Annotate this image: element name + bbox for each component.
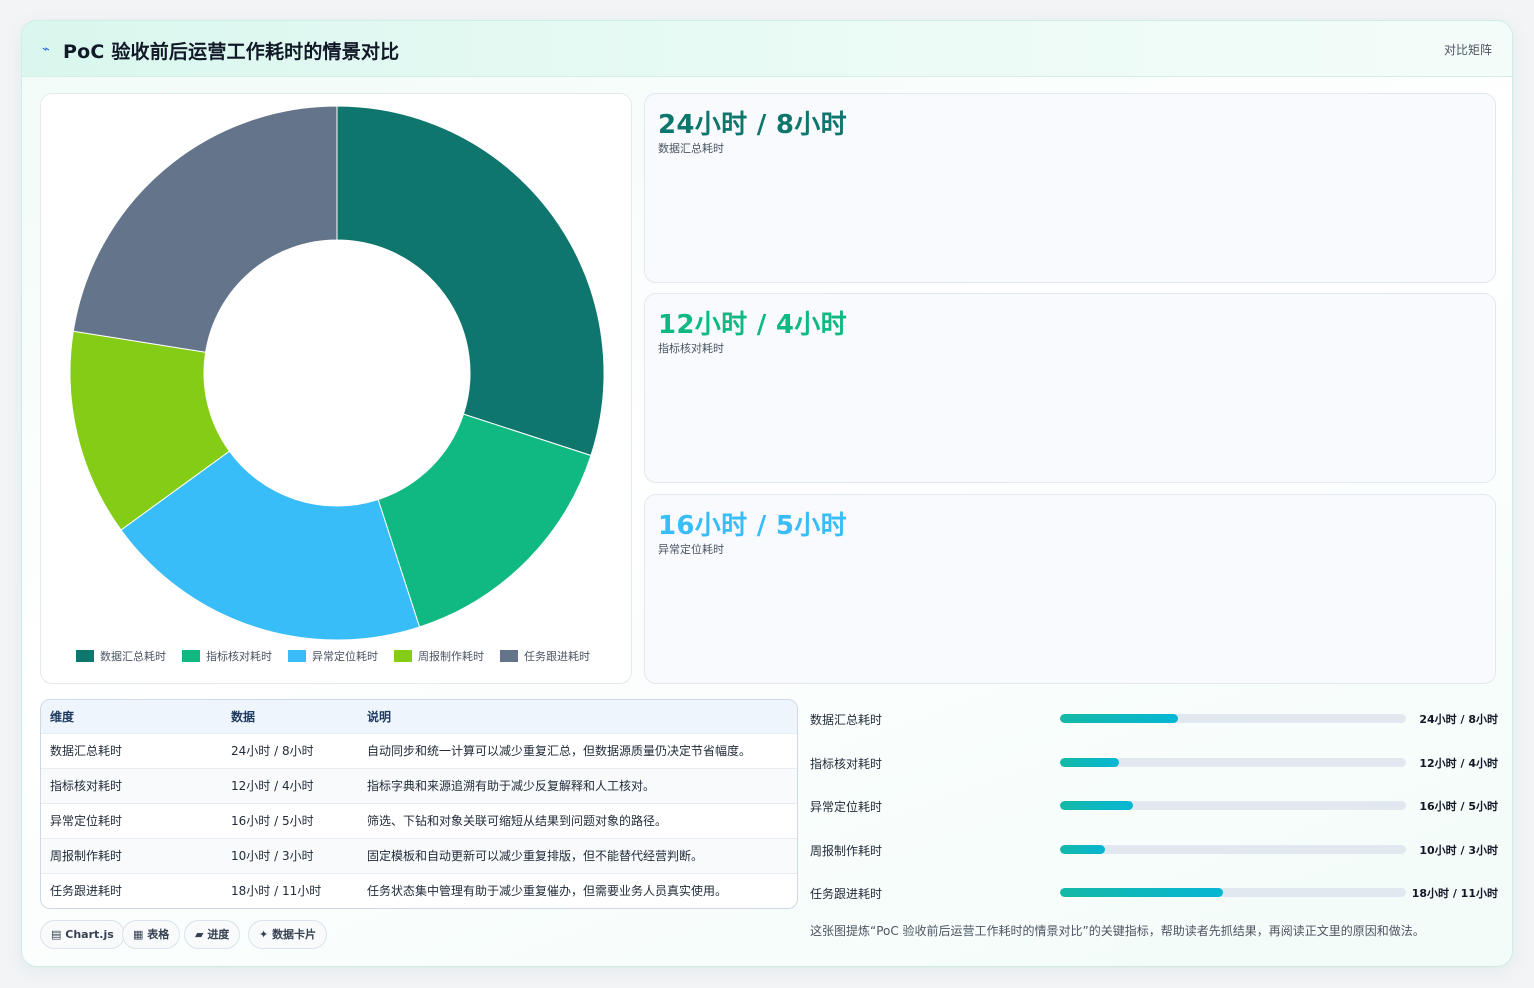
legend-label: 异常定位耗时 — [312, 649, 378, 663]
data-table: 维度 数据 说明 数据汇总耗时 24小时 / 8小时 自动同步和统一计算可以减少… — [41, 700, 797, 908]
progress-track — [1060, 714, 1406, 723]
progress-value: 16小时 / 5小时 — [1419, 800, 1498, 813]
table-header-row: 维度 数据 说明 — [41, 700, 797, 733]
progress-row: 异常定位耗时 16小时 / 5小时 — [810, 796, 1498, 816]
column-header: 数据 — [231, 709, 256, 724]
legend-item[interactable]: 数据汇总耗时 — [76, 649, 166, 663]
progress-label: 周报制作耗时 — [810, 844, 883, 858]
mode-label: 对比矩阵 — [1443, 43, 1492, 57]
table-row: 异常定位耗时 16小时 / 5小时 筛选、下钻和对象关联可缩短从结果到问题对象的… — [41, 803, 797, 838]
table-cell: 异常定位耗时 — [50, 814, 123, 828]
legend-swatch — [76, 650, 94, 662]
table-row: 周报制作耗时 10小时 / 3小时 固定模板和自动更新可以减少重复排版，但不能替… — [41, 838, 797, 873]
tag-chip-data-card[interactable]: ✦ 数据卡片 — [248, 920, 328, 949]
legend-swatch — [500, 650, 518, 662]
progress-value: 18小时 / 11小时 — [1411, 887, 1498, 900]
progress-label: 异常定位耗时 — [810, 800, 883, 814]
kpi-value: 12小时 / 4小时 — [658, 310, 847, 340]
table-row: 任务跟进耗时 18小时 / 11小时 任务状态集中管理有助于减少重复催办，但需要… — [41, 873, 797, 908]
sparkle-icon: ⌁ — [42, 42, 50, 57]
kpi-card-3: 16小时 / 5小时 异常定位耗时 — [644, 494, 1496, 684]
page-title: PoC 验收前后运营工作耗时的情景对比 — [63, 41, 400, 63]
table-cell: 24小时 / 8小时 — [231, 744, 314, 758]
table-cell: 10小时 / 3小时 — [231, 849, 314, 863]
table-cell: 任务状态集中管理有助于减少重复催办，但需要业务人员真实使用。 — [367, 884, 728, 899]
table-cell: 指标字典和来源追溯有助于减少反复解释和人工核对。 — [367, 779, 656, 793]
progress-row: 周报制作耗时 10小时 / 3小时 — [810, 840, 1498, 860]
kpi-label: 异常定位耗时 — [658, 543, 724, 556]
progress-label: 数据汇总耗时 — [810, 713, 883, 727]
legend-item[interactable]: 周报制作耗时 — [394, 649, 484, 663]
table-row: 数据汇总耗时 24小时 / 8小时 自动同步和统一计算可以减少重复汇总，但数据源… — [41, 733, 797, 768]
doughnut-slice[interactable] — [336, 105, 605, 457]
doughnut-chart: 数据汇总耗时 指标核对耗时 异常定位耗时 周报制作耗时 任务跟进耗时 — [69, 105, 605, 663]
column-header: 说明 — [367, 709, 392, 724]
legend-swatch — [182, 650, 200, 662]
legend-item[interactable]: 任务跟进耗时 — [500, 650, 590, 663]
table-cell: 数据汇总耗时 — [50, 744, 123, 758]
legend-label: 指标核对耗时 — [206, 649, 272, 663]
progress-fill — [1060, 714, 1178, 723]
summary-text: 这张图提炼“PoC 验收前后运营工作耗时的情景对比”的关键指标，帮助读者先抓结果… — [810, 924, 1425, 938]
progress-fill — [1060, 845, 1105, 854]
legend-swatch — [288, 650, 306, 662]
tag-chip-progress[interactable]: ▰ 进度 — [184, 920, 241, 949]
table-icon: ▦ — [133, 928, 144, 941]
progress-icon: ▰ — [195, 928, 204, 941]
progress-value: 12小时 / 4小时 — [1419, 757, 1498, 770]
kpi-label: 指标核对耗时 — [658, 342, 724, 355]
legend-item[interactable]: 指标核对耗时 — [182, 649, 272, 663]
legend-item[interactable]: 异常定位耗时 — [288, 649, 378, 663]
progress-track — [1060, 758, 1406, 767]
kpi-card-2: 12小时 / 4小时 指标核对耗时 — [644, 293, 1496, 483]
chip-label: Chart.js — [65, 928, 114, 941]
panel-header: ⌁ PoC 验收前后运营工作耗时的情景对比 对比矩阵 — [22, 21, 1512, 77]
table-cell: 指标核对耗时 — [50, 779, 123, 793]
progress-track — [1060, 801, 1406, 810]
table-cell: 任务跟进耗时 — [50, 884, 123, 899]
chip-label: 数据卡片 — [272, 928, 317, 941]
doughnut-slice[interactable] — [72, 105, 338, 353]
progress-track — [1060, 888, 1406, 897]
table-row: 指标核对耗时 12小时 / 4小时 指标字典和来源追溯有助于减少反复解释和人工核… — [41, 768, 797, 803]
table-cell: 筛选、下钻和对象关联可缩短从结果到问题对象的路径。 — [367, 814, 668, 828]
progress-value: 24小时 / 8小时 — [1419, 713, 1498, 726]
progress-row: 数据汇总耗时 24小时 / 8小时 — [810, 709, 1498, 729]
progress-fill — [1060, 801, 1133, 810]
progress-label: 任务跟进耗时 — [810, 887, 883, 901]
chip-label: 表格 — [147, 928, 170, 941]
kpi-card-1: 24小时 / 8小时 数据汇总耗时 — [644, 93, 1496, 283]
legend-swatch — [394, 650, 412, 662]
sparkle-icon: ✦ — [259, 928, 269, 941]
column-header: 维度 — [50, 709, 75, 724]
progress-track — [1060, 845, 1406, 854]
legend-label: 周报制作耗时 — [418, 649, 484, 663]
table-cell: 周报制作耗时 — [50, 849, 123, 863]
data-table-card: 维度 数据 说明 数据汇总耗时 24小时 / 8小时 自动同步和统一计算可以减少… — [40, 699, 798, 909]
progress-row: 指标核对耗时 12小时 / 4小时 — [810, 753, 1498, 773]
progress-fill — [1060, 888, 1223, 897]
tag-chip-table[interactable]: ▦ 表格 — [122, 920, 181, 949]
table-cell: 自动同步和统一计算可以减少重复汇总，但数据源质量仍决定节省幅度。 — [367, 744, 752, 758]
legend-label: 数据汇总耗时 — [100, 649, 166, 663]
table-cell: 16小时 / 5小时 — [231, 814, 314, 828]
progress-label: 指标核对耗时 — [810, 757, 883, 771]
tag-chip-chartjs[interactable]: ▤ Chart.js — [40, 920, 125, 949]
progress-fill — [1060, 758, 1119, 767]
doughnut-slice[interactable] — [377, 413, 592, 628]
table-cell: 固定模板和自动更新可以减少重复排版，但不能替代经营判断。 — [367, 849, 704, 863]
chip-label: 进度 — [207, 928, 230, 941]
doughnut-chart-card: 数据汇总耗时 指标核对耗时 异常定位耗时 周报制作耗时 任务跟进耗时 — [40, 93, 632, 684]
progress-value: 10小时 / 3小时 — [1419, 844, 1498, 857]
chart-icon: ▤ — [51, 928, 62, 941]
progress-row: 任务跟进耗时 18小时 / 11小时 — [810, 883, 1498, 903]
report-panel: ⌁ PoC 验收前后运营工作耗时的情景对比 对比矩阵 数据汇总耗时 指标核对耗时异… — [21, 20, 1513, 967]
progress-list: 数据汇总耗时 24小时 / 8小时 指标核对耗时 12小时 / 4小时 异常定位… — [810, 699, 1498, 929]
kpi-label: 数据汇总耗时 — [658, 142, 724, 155]
kpi-value: 16小时 / 5小时 — [658, 511, 847, 541]
kpi-value: 24小时 / 8小时 — [658, 110, 847, 140]
table-cell: 18小时 / 11小时 — [231, 884, 322, 899]
legend-label: 任务跟进耗时 — [524, 650, 590, 663]
table-cell: 12小时 / 4小时 — [231, 779, 314, 793]
